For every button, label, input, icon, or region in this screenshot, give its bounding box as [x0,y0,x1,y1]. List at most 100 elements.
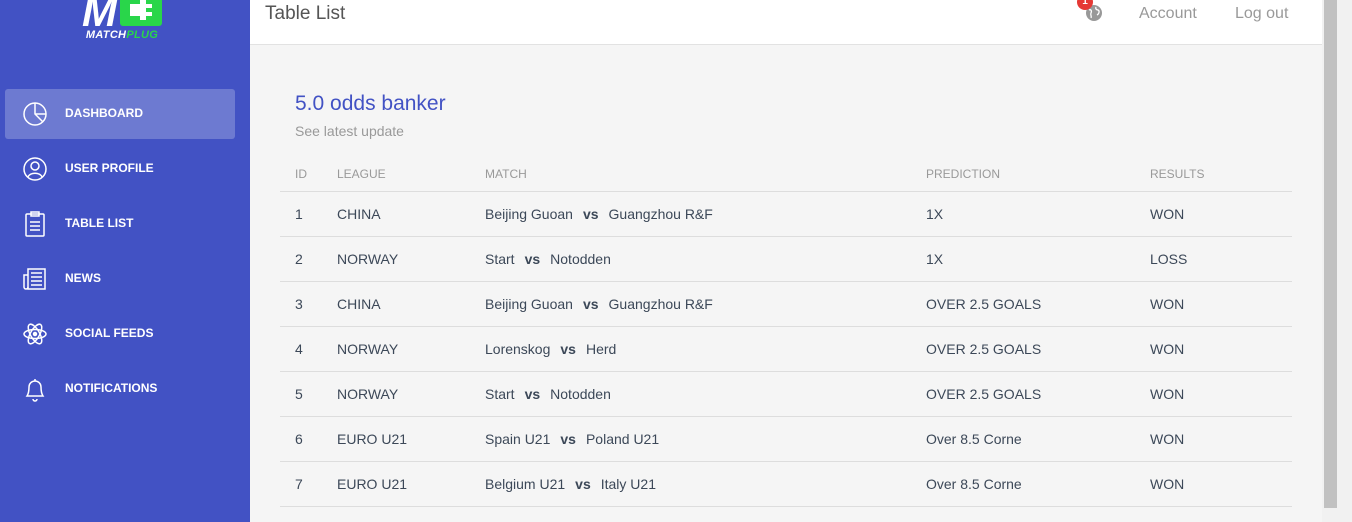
logout-link[interactable]: Log out [1235,5,1288,23]
home-team: Start [485,250,515,267]
vs-label: vs [524,250,541,267]
page-title: Table List [265,3,346,24]
sidebar-item-table-list[interactable]: TABLE LIST [5,199,235,249]
row-league: EURO U21 [337,416,485,462]
home-team: Lorenskog [485,340,551,357]
home-team: Start [485,385,515,402]
vs-label: vs [524,385,541,402]
card-subtitle: See latest update [295,123,404,139]
predictions-table: ID LEAGUE MATCH PREDICTION RESULTS 1 CHI… [280,158,1292,507]
main-content: 5.0 odds banker See latest update ID LEA… [250,45,1322,522]
bell-icon [21,375,49,403]
sidebar-nav: DASHBOARD USER PROFILE TABLE LIST NEWS S… [5,89,235,419]
table-row: 6 EURO U21 Spain U21 vs Poland U21 Over 8.… [280,416,1292,462]
pie-chart-icon [21,100,49,128]
row-league: CHINA [337,281,485,327]
home-team: Spain U21 [485,430,551,447]
row-league: NORWAY [337,371,485,417]
home-team: Belgium U21 [485,475,566,492]
row-id: 3 [280,281,337,327]
sidebar-item-label: USER PROFILE [65,161,154,175]
row-result: WON [1150,371,1292,417]
row-match: Lorenskog vs Herd [485,326,926,372]
vs-label: vs [582,295,599,312]
table-row: 7 EURO U21 Belgium U21 vs Italy U21 Over 8… [280,461,1292,507]
row-match: Spain U21 vs Poland U21 [485,416,926,462]
brand-name-part1: MATCH [85,29,127,41]
sidebar-item-label: NOTIFICATIONS [65,381,158,395]
row-match: Beijing Guoan vs Guangzhou R&F [485,191,926,237]
vs-label: vs [560,430,576,447]
table-row: 5 NORWAY Start vs Notodden OVER 2.5 GOALS … [280,371,1292,417]
row-id: 4 [280,326,337,372]
home-team: Beijing Guoan [485,295,573,312]
atom-icon [21,320,49,348]
scrollbar-thumb[interactable] [1324,0,1337,508]
sidebar-item-dashboard[interactable]: DASHBOARD [5,89,235,139]
row-league: EURO U21 [337,461,485,507]
away-team: Guangzhou R&F [608,295,713,312]
user-icon [21,155,49,183]
sidebar-item-user-profile[interactable]: USER PROFILE [5,144,235,194]
row-id: 1 [280,191,337,237]
logo-letter: M [82,0,118,32]
row-league: NORWAY [337,236,485,282]
row-match: Belgium U21 vs Italy U21 [485,461,926,507]
away-team: Poland U21 [585,430,660,447]
table-header-row: ID LEAGUE MATCH PREDICTION RESULTS [280,158,1292,192]
row-prediction: Over 8.5 Corne [926,416,1150,462]
top-navbar: Table List 1 Account Log out [250,0,1322,45]
column-header-results: RESULTS [1150,158,1292,192]
away-team: Herd [585,340,617,357]
row-match: Beijing Guoan vs Guangzhou R&F [485,281,926,327]
column-header-id: ID [280,158,337,192]
row-prediction: OVER 2.5 GOALS [926,281,1150,327]
row-result: WON [1150,416,1292,462]
row-id: 2 [280,236,337,282]
home-team: Beijing Guoan [485,205,573,222]
row-prediction: OVER 2.5 GOALS [926,326,1150,372]
row-prediction: 1X [926,191,1150,237]
vs-label: vs [575,475,591,492]
sidebar-item-label: TABLE LIST [65,216,134,230]
sidebar-item-label: DASHBOARD [65,106,143,120]
row-id: 5 [280,371,337,417]
card-title: 5.0 odds banker [295,92,446,115]
sidebar-item-news[interactable]: NEWS [5,254,235,304]
row-match: Start vs Notodden [485,371,926,417]
column-header-match: MATCH [485,158,926,192]
plug-logo-icon: M [82,0,162,32]
sidebar-item-label: SOCIAL FEEDS [65,326,154,340]
row-id: 6 [280,416,337,462]
row-prediction: OVER 2.5 GOALS [926,371,1150,417]
sidebar-item-notifications[interactable]: NOTIFICATIONS [5,364,235,414]
sidebar-item-label: NEWS [65,271,101,285]
sidebar: M MATCHPLUG DASHBOARD USER PROFILE TABLE… [0,0,250,522]
row-prediction: Over 8.5 Corne [926,461,1150,507]
brand-name-part2: PLUG [126,29,159,41]
row-match: Start vs Notodden [485,236,926,282]
row-league: NORWAY [337,326,485,372]
row-result: WON [1150,281,1292,327]
table-row: 4 NORWAY Lorenskog vs Herd OVER 2.5 GOALS … [280,326,1292,372]
brand-name: MATCHPLUG [72,29,172,41]
row-result: WON [1150,461,1292,507]
table-row: 3 CHINA Beijing Guoan vs Guangzhou R&F OVE… [280,281,1292,327]
away-team: Notodden [550,385,611,402]
row-league: CHINA [337,191,485,237]
row-prediction: 1X [926,236,1150,282]
away-team: Notodden [550,250,611,267]
column-header-prediction: PREDICTION [926,158,1150,192]
row-result: WON [1150,191,1292,237]
matchplug-logo[interactable]: M MATCHPLUG [72,0,168,52]
sidebar-item-social-feeds[interactable]: SOCIAL FEEDS [5,309,235,359]
row-id: 7 [280,461,337,507]
account-link[interactable]: Account [1139,5,1197,23]
column-header-league: LEAGUE [337,158,485,192]
clipboard-icon [21,210,49,238]
row-result: LOSS [1150,236,1292,282]
vs-label: vs [560,340,576,357]
away-team: Guangzhou R&F [608,205,713,222]
table-row: 1 CHINA Beijing Guoan vs Guangzhou R&F 1X … [280,191,1292,237]
newspaper-icon [21,265,49,293]
